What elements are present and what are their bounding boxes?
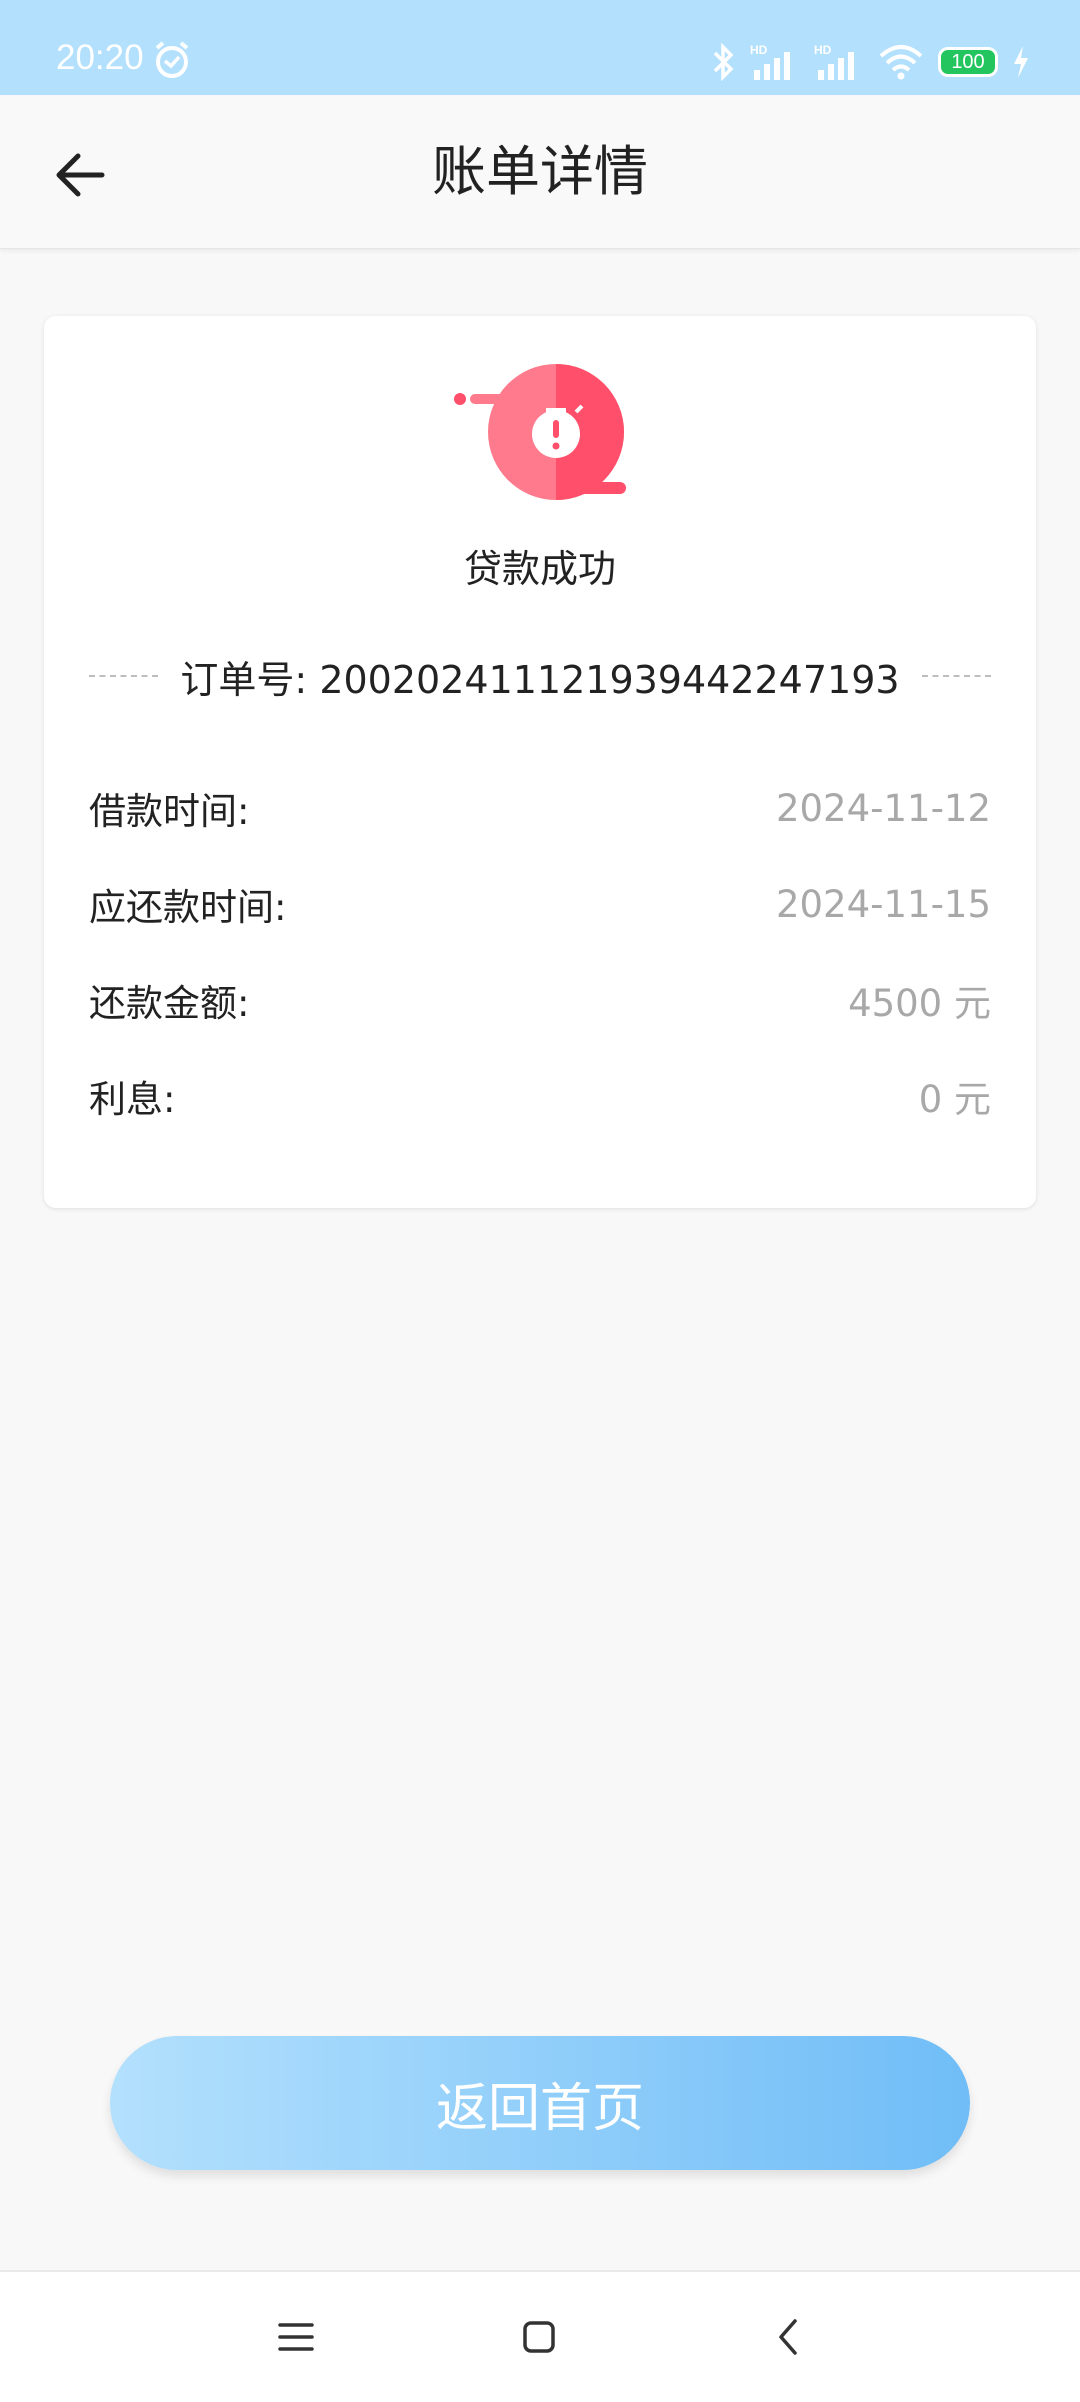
wifi-icon (879, 45, 923, 80)
order-number-line: 订单号: 20020241112193944224719​3 (89, 646, 991, 706)
status-time: 20:20 (56, 38, 144, 77)
detail-row-borrow-date: 借款时间: 2024-11-12 (89, 778, 991, 838)
battery-icon: 100 (938, 47, 998, 77)
order-value: 20020241112193944224719​3 (319, 657, 900, 702)
order-number: 订单号: 20020241112193944224719​3 (158, 649, 921, 704)
home-square-icon (523, 2321, 555, 2353)
row-label: 应还款时间: (89, 886, 287, 929)
loan-status-text: 贷款成功 (463, 547, 616, 591)
divider (921, 675, 991, 677)
svg-text:HD: HD (750, 43, 768, 57)
bill-detail-card: 贷款成功 订单号: 20020241112193944224719​3 借款时间… (44, 316, 1036, 1208)
row-value: 0 元 (918, 1078, 991, 1121)
menu-icon (278, 2323, 314, 2351)
divider (89, 675, 159, 677)
menu-button[interactable] (266, 2307, 326, 2367)
system-nav-bar (0, 2270, 1080, 2402)
row-value: 2024-11-15 (775, 882, 991, 926)
row-value: 4500 元 (848, 982, 991, 1025)
status-icons: HD HD 100 (710, 38, 1030, 86)
app-header: 账单详情 (0, 95, 1080, 249)
signal-hd-icon: HD (814, 43, 854, 80)
row-label: 还款金额: (89, 982, 250, 1025)
detail-row-due-date: 应还款时间: 2024-11-15 (89, 874, 991, 934)
charging-icon (1014, 46, 1028, 78)
order-label: 订单号: (180, 657, 308, 702)
svg-text:HD: HD (814, 43, 832, 57)
bluetooth-icon (713, 42, 734, 82)
back-chevron-icon (779, 2319, 797, 2355)
system-back-button[interactable] (758, 2307, 818, 2367)
return-home-button[interactable]: 返回首页 (110, 2036, 970, 2170)
arrow-left-icon (56, 153, 105, 197)
status-bar: 20:20 HD HD 100 (0, 0, 1080, 95)
page-title: 账单详情 (432, 140, 648, 203)
detail-row-repay-amount: 还款金额: 4500 元 (89, 970, 991, 1030)
row-label: 利息: (89, 1078, 176, 1121)
home-button[interactable] (509, 2307, 569, 2367)
stopwatch-alert-icon (454, 364, 626, 500)
signal-hd-icon: HD (750, 43, 790, 80)
detail-row-interest: 利息: 0 元 (89, 1066, 991, 1126)
alarm-icon (155, 41, 189, 78)
back-button[interactable] (40, 135, 120, 215)
row-label: 借款时间: (89, 790, 250, 833)
row-value: 2024-11-12 (775, 786, 991, 830)
